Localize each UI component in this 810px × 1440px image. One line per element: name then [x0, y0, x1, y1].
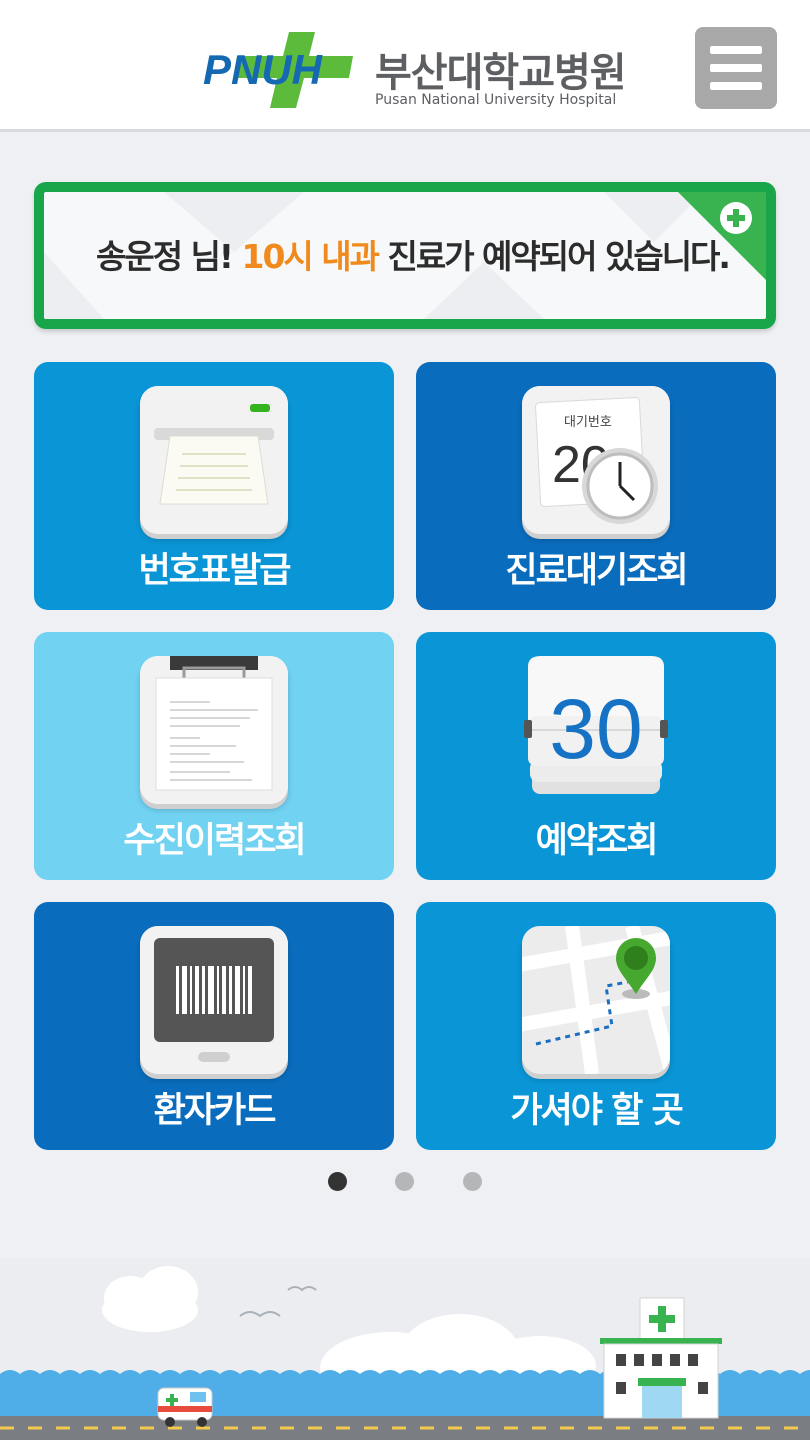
clipboard-icon: [140, 656, 288, 804]
tile-label: 환자카드: [153, 1091, 277, 1131]
tile-treatment-history[interactable]: 수진이력조회: [34, 632, 394, 880]
svg-text:30: 30: [549, 682, 642, 776]
menu-bar: [710, 46, 762, 54]
hospital-name-kr: 부산대학교병원: [375, 50, 627, 96]
hospital-logo[interactable]: PNUH 부산대학교병원 Pusan National University H…: [203, 26, 627, 110]
app-header: PNUH 부산대학교병원 Pusan National University H…: [0, 0, 810, 132]
appointment-highlight: 10시 내과: [241, 237, 379, 276]
hamburger-menu-icon[interactable]: [695, 27, 777, 109]
svg-text:PNUH: PNUH: [203, 46, 324, 93]
tile-directions[interactable]: 가셔야 할 곳: [416, 902, 776, 1150]
menu-bar: [710, 82, 762, 90]
page-dot-1[interactable]: [328, 1172, 347, 1191]
plus-icon[interactable]: [676, 190, 768, 282]
pnuh-logo-icon: PNUH: [203, 32, 353, 108]
svg-text:대기번호: 대기번호: [564, 415, 612, 430]
ticket-printer-icon: [140, 386, 288, 534]
tile-label: 예약조회: [535, 821, 659, 861]
page-dot-2[interactable]: [395, 1172, 414, 1191]
barcode-card-icon: [140, 926, 288, 1074]
notice-message: 송운정 님! 10시 내과 진료가 예약되어 있습니다.: [96, 230, 731, 278]
tile-label: 가셔야 할 곳: [510, 1091, 683, 1131]
tile-ticket-issue[interactable]: 번호표발급: [34, 362, 394, 610]
tile-waiting-status[interactable]: 대기번호 20 진료대기조회: [416, 362, 776, 610]
hospital-name-en: Pusan National University Hospital: [375, 92, 617, 108]
tile-label: 수진이력조회: [123, 821, 306, 861]
tile-patient-card[interactable]: 환자카드: [34, 902, 394, 1150]
flip-calendar-icon: 30: [522, 656, 670, 804]
waiting-number-clock-icon: 대기번호 20: [522, 386, 670, 534]
hospital-scene-illustration: [0, 1258, 810, 1440]
tile-label: 진료대기조회: [505, 551, 688, 591]
menu-bar: [710, 64, 762, 72]
page-dot-3[interactable]: [463, 1172, 482, 1191]
map-pin-icon: [522, 926, 670, 1074]
tile-reservation-check[interactable]: 30 예약조회: [416, 632, 776, 880]
tile-label: 번호표발급: [138, 551, 291, 591]
appointment-notice[interactable]: 송운정 님! 10시 내과 진료가 예약되어 있습니다.: [34, 182, 776, 329]
patient-name: 송운정 님!: [96, 237, 234, 276]
